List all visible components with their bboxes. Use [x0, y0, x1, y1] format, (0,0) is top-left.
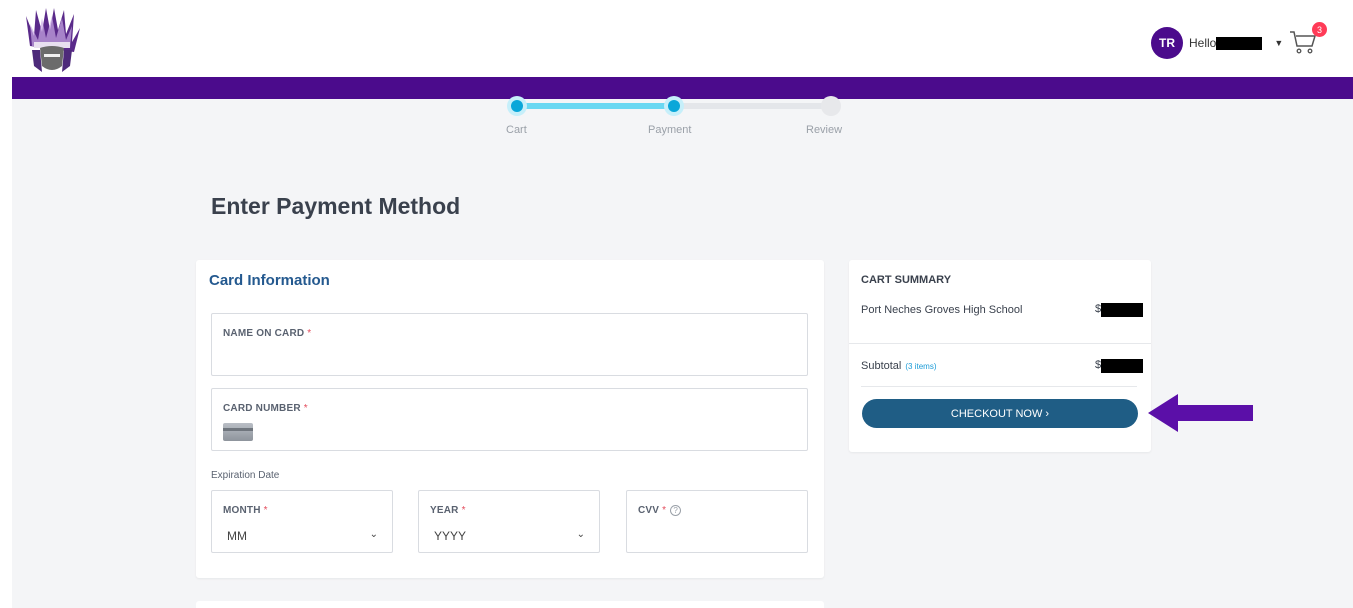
left-arrow-icon	[1148, 394, 1253, 432]
chevron-down-icon[interactable]: ▼	[1274, 38, 1283, 48]
page-title: Enter Payment Method	[211, 193, 461, 219]
name-on-card-field[interactable]: NAME ON CARD *	[211, 313, 808, 376]
cvv-field[interactable]: CVV *?	[626, 490, 808, 553]
cart-summary-title: CART SUMMARY	[861, 274, 952, 286]
subtotal-label: Subtotal (3 items)	[861, 360, 937, 372]
year-label: YEAR *	[430, 505, 466, 516]
chevron-down-icon: ⌄	[369, 529, 378, 540]
step-review-dot	[821, 96, 841, 116]
help-icon[interactable]: ?	[670, 505, 682, 516]
user-menu[interactable]: TR Hello ▼	[1151, 27, 1283, 59]
cart-summary-panel: CART SUMMARY Port Neches Groves High Sch…	[849, 260, 1151, 452]
avatar[interactable]: TR	[1151, 27, 1183, 59]
mascot-logo[interactable]	[22, 6, 82, 76]
items-count: (3 items)	[905, 362, 937, 371]
greeting-text: Hello	[1189, 36, 1217, 50]
next-panel	[196, 601, 824, 608]
card-number-field[interactable]: CARD NUMBER *	[211, 388, 808, 451]
step-payment-dot	[664, 96, 684, 116]
checkout-now-button[interactable]: CHECKOUT NOW ›	[862, 399, 1138, 428]
redacted-subtotal-price	[1095, 359, 1143, 373]
expiration-date-label: Expiration Date	[211, 470, 280, 481]
progress-fill	[517, 103, 674, 109]
step-cart-dot	[507, 96, 527, 116]
cvv-label: CVV *?	[638, 505, 682, 516]
cart-count-badge: 3	[1312, 22, 1327, 37]
card-number-label: CARD NUMBER *	[223, 403, 308, 414]
year-value: YYYY	[434, 529, 467, 543]
chevron-down-icon: ⌄	[576, 529, 585, 540]
left-edge	[0, 77, 12, 608]
year-select[interactable]: YEAR * YYYY ⌄	[418, 490, 600, 553]
name-on-card-label: NAME ON CARD *	[223, 328, 312, 339]
card-information-panel: Card Information NAME ON CARD * CARD NUM…	[196, 260, 824, 578]
month-select[interactable]: MONTH * MM ⌄	[211, 490, 393, 553]
divider	[861, 386, 1137, 387]
divider	[849, 343, 1151, 344]
redacted-username	[1216, 36, 1263, 50]
site-header: TR Hello ▼ 3	[0, 0, 1353, 77]
step-label-cart: Cart	[506, 124, 527, 136]
step-label-payment: Payment	[648, 124, 692, 136]
checkout-progress: Cart Payment Review	[505, 96, 845, 140]
card-info-title: Card Information	[209, 272, 330, 289]
month-value: MM	[227, 529, 247, 543]
month-label: MONTH *	[223, 505, 268, 516]
credit-card-icon	[223, 423, 253, 441]
redacted-line-item-price	[1095, 303, 1143, 317]
step-label-review: Review	[806, 124, 843, 136]
line-item-name: Port Neches Groves High School	[861, 304, 1023, 316]
